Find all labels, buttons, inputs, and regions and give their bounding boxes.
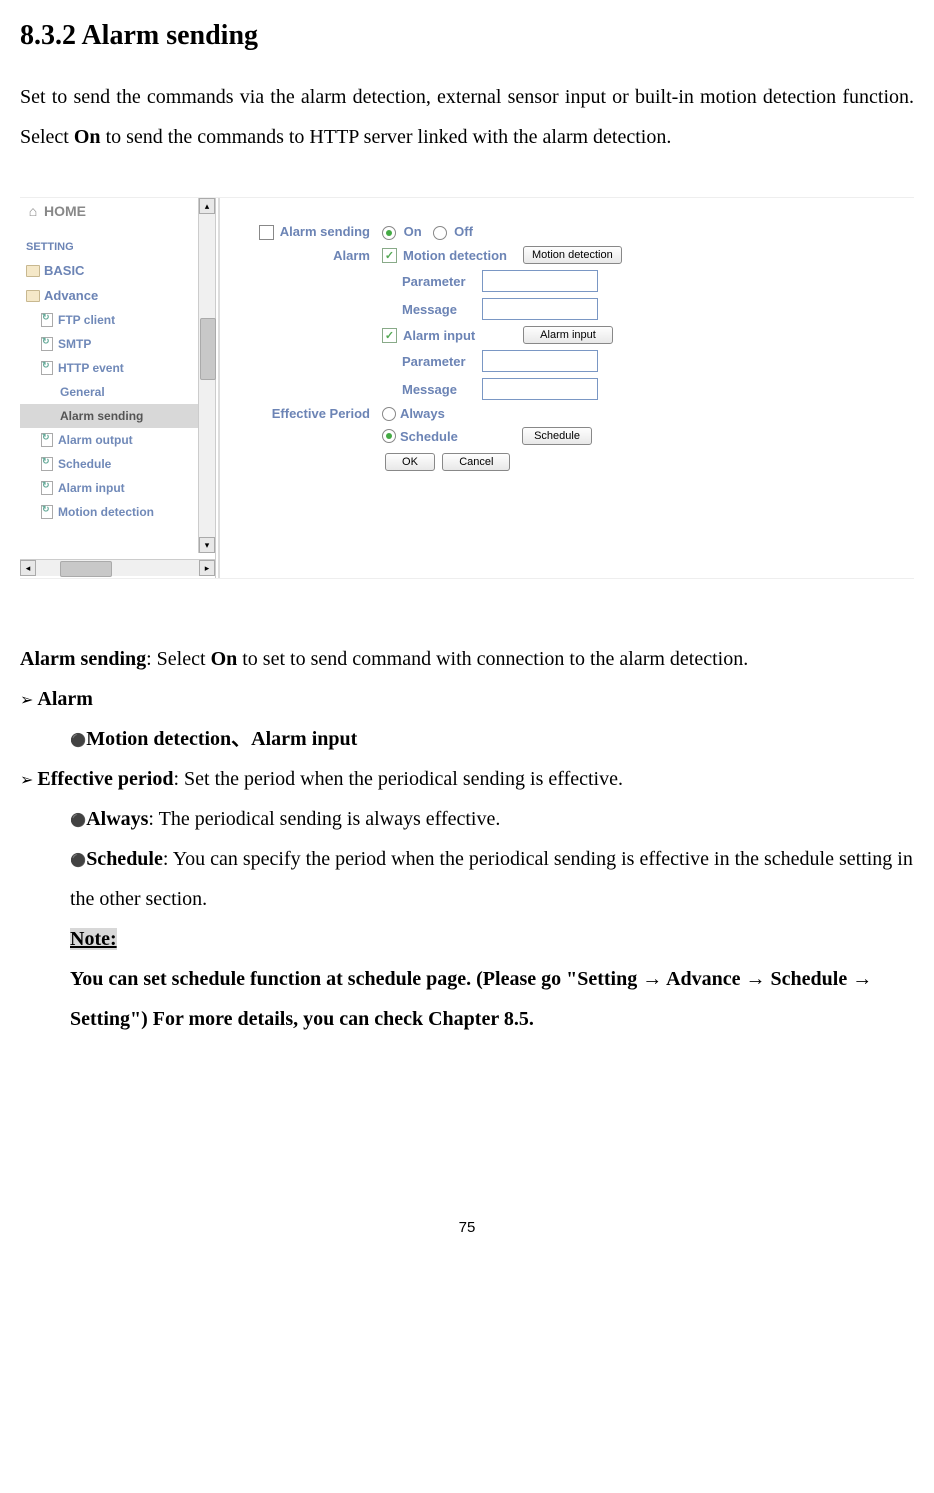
folder-icon [26, 264, 40, 278]
page-icon [40, 433, 54, 447]
nav-schedule[interactable]: Schedule [20, 452, 215, 476]
page-icon [40, 481, 54, 495]
nav-home[interactable]: HOME [20, 198, 215, 224]
scroll-left-icon[interactable]: ◂ [20, 560, 36, 576]
nav-http[interactable]: HTTP event [20, 356, 215, 380]
parameter-label-2: Parameter [382, 354, 482, 369]
page-icon [40, 457, 54, 471]
scroll-right-icon[interactable]: ▸ [199, 560, 215, 576]
nav-alarm-output[interactable]: Alarm output [20, 428, 215, 452]
radio-always[interactable] [382, 407, 396, 421]
nav-general[interactable]: General [20, 380, 215, 404]
parameter-label: Parameter [382, 274, 482, 289]
nav-alarm-input[interactable]: Alarm input [20, 476, 215, 500]
page-icon [40, 361, 54, 375]
vertical-scrollbar[interactable]: ▴ ▾ [198, 198, 215, 553]
settings-panel: ✓Alarm sending On Off Alarm ✓ Motion det… [218, 198, 914, 578]
section-checkbox: ✓ [259, 225, 274, 240]
alarm-input-label: Alarm input [403, 328, 523, 343]
alarm-input-button[interactable]: Alarm input [523, 326, 613, 344]
intro-paragraph: Set to send the commands via the alarm d… [20, 77, 914, 157]
note-label: Note: [70, 928, 117, 950]
nav-motion-detection[interactable]: Motion detection [20, 500, 215, 524]
message-label-2: Message [382, 382, 482, 397]
motion-parameter-input[interactable] [482, 270, 598, 292]
schedule-label: Schedule [400, 429, 522, 444]
cancel-button[interactable]: Cancel [442, 453, 510, 471]
nav-basic[interactable]: BASIC [20, 258, 215, 283]
nav-advance[interactable]: Advance [20, 283, 215, 308]
message-label: Message [382, 302, 482, 317]
scroll-up-icon[interactable]: ▴ [199, 198, 215, 214]
section-heading: 8.3.2 Alarm sending [20, 20, 914, 52]
horizontal-scrollbar[interactable]: ◂ ▸ [20, 559, 215, 576]
nav-smtp[interactable]: SMTP [20, 332, 215, 356]
alarm-sending-label: ✓Alarm sending [250, 224, 382, 240]
motion-detection-button[interactable]: Motion detection [523, 246, 622, 264]
schedule-button[interactable]: Schedule [522, 427, 592, 445]
nav-setting-header: SETTING [20, 236, 215, 258]
motion-message-input[interactable] [482, 298, 598, 320]
alarm-parameter-input[interactable] [482, 350, 598, 372]
alarm-message-input[interactable] [482, 378, 598, 400]
radio-off[interactable] [433, 226, 447, 240]
alarm-sending-off-label: Off [454, 224, 473, 239]
always-label: Always [400, 406, 445, 421]
description-block: Alarm sending: Select On to set to send … [20, 639, 914, 1039]
radio-schedule[interactable] [382, 429, 396, 443]
page-number: 75 [20, 1219, 914, 1236]
page-icon [40, 337, 54, 351]
alarm-input-checkbox[interactable]: ✓ [382, 328, 397, 343]
effective-period-label: Effective Period [250, 406, 382, 421]
home-icon [26, 204, 40, 218]
page-icon [40, 313, 54, 327]
settings-screenshot: HOME SETTING BASIC Advance FTP client SM… [20, 197, 914, 579]
nav-ftp[interactable]: FTP client [20, 308, 215, 332]
motion-detection-checkbox[interactable]: ✓ [382, 248, 397, 263]
note-text: You can set schedule function at schedul… [70, 968, 872, 1030]
page-icon [40, 505, 54, 519]
ok-button[interactable]: OK [385, 453, 435, 471]
folder-icon [26, 289, 40, 303]
radio-on[interactable] [382, 226, 396, 240]
sidebar: HOME SETTING BASIC Advance FTP client SM… [20, 198, 216, 578]
motion-detection-label: Motion detection [403, 248, 523, 263]
scroll-down-icon[interactable]: ▾ [199, 537, 215, 553]
scroll-thumb[interactable] [60, 561, 112, 577]
alarm-label: Alarm [250, 248, 382, 263]
scroll-thumb[interactable] [200, 318, 216, 380]
nav-alarm-sending[interactable]: Alarm sending [20, 404, 215, 428]
alarm-sending-on-label: On [404, 224, 422, 239]
